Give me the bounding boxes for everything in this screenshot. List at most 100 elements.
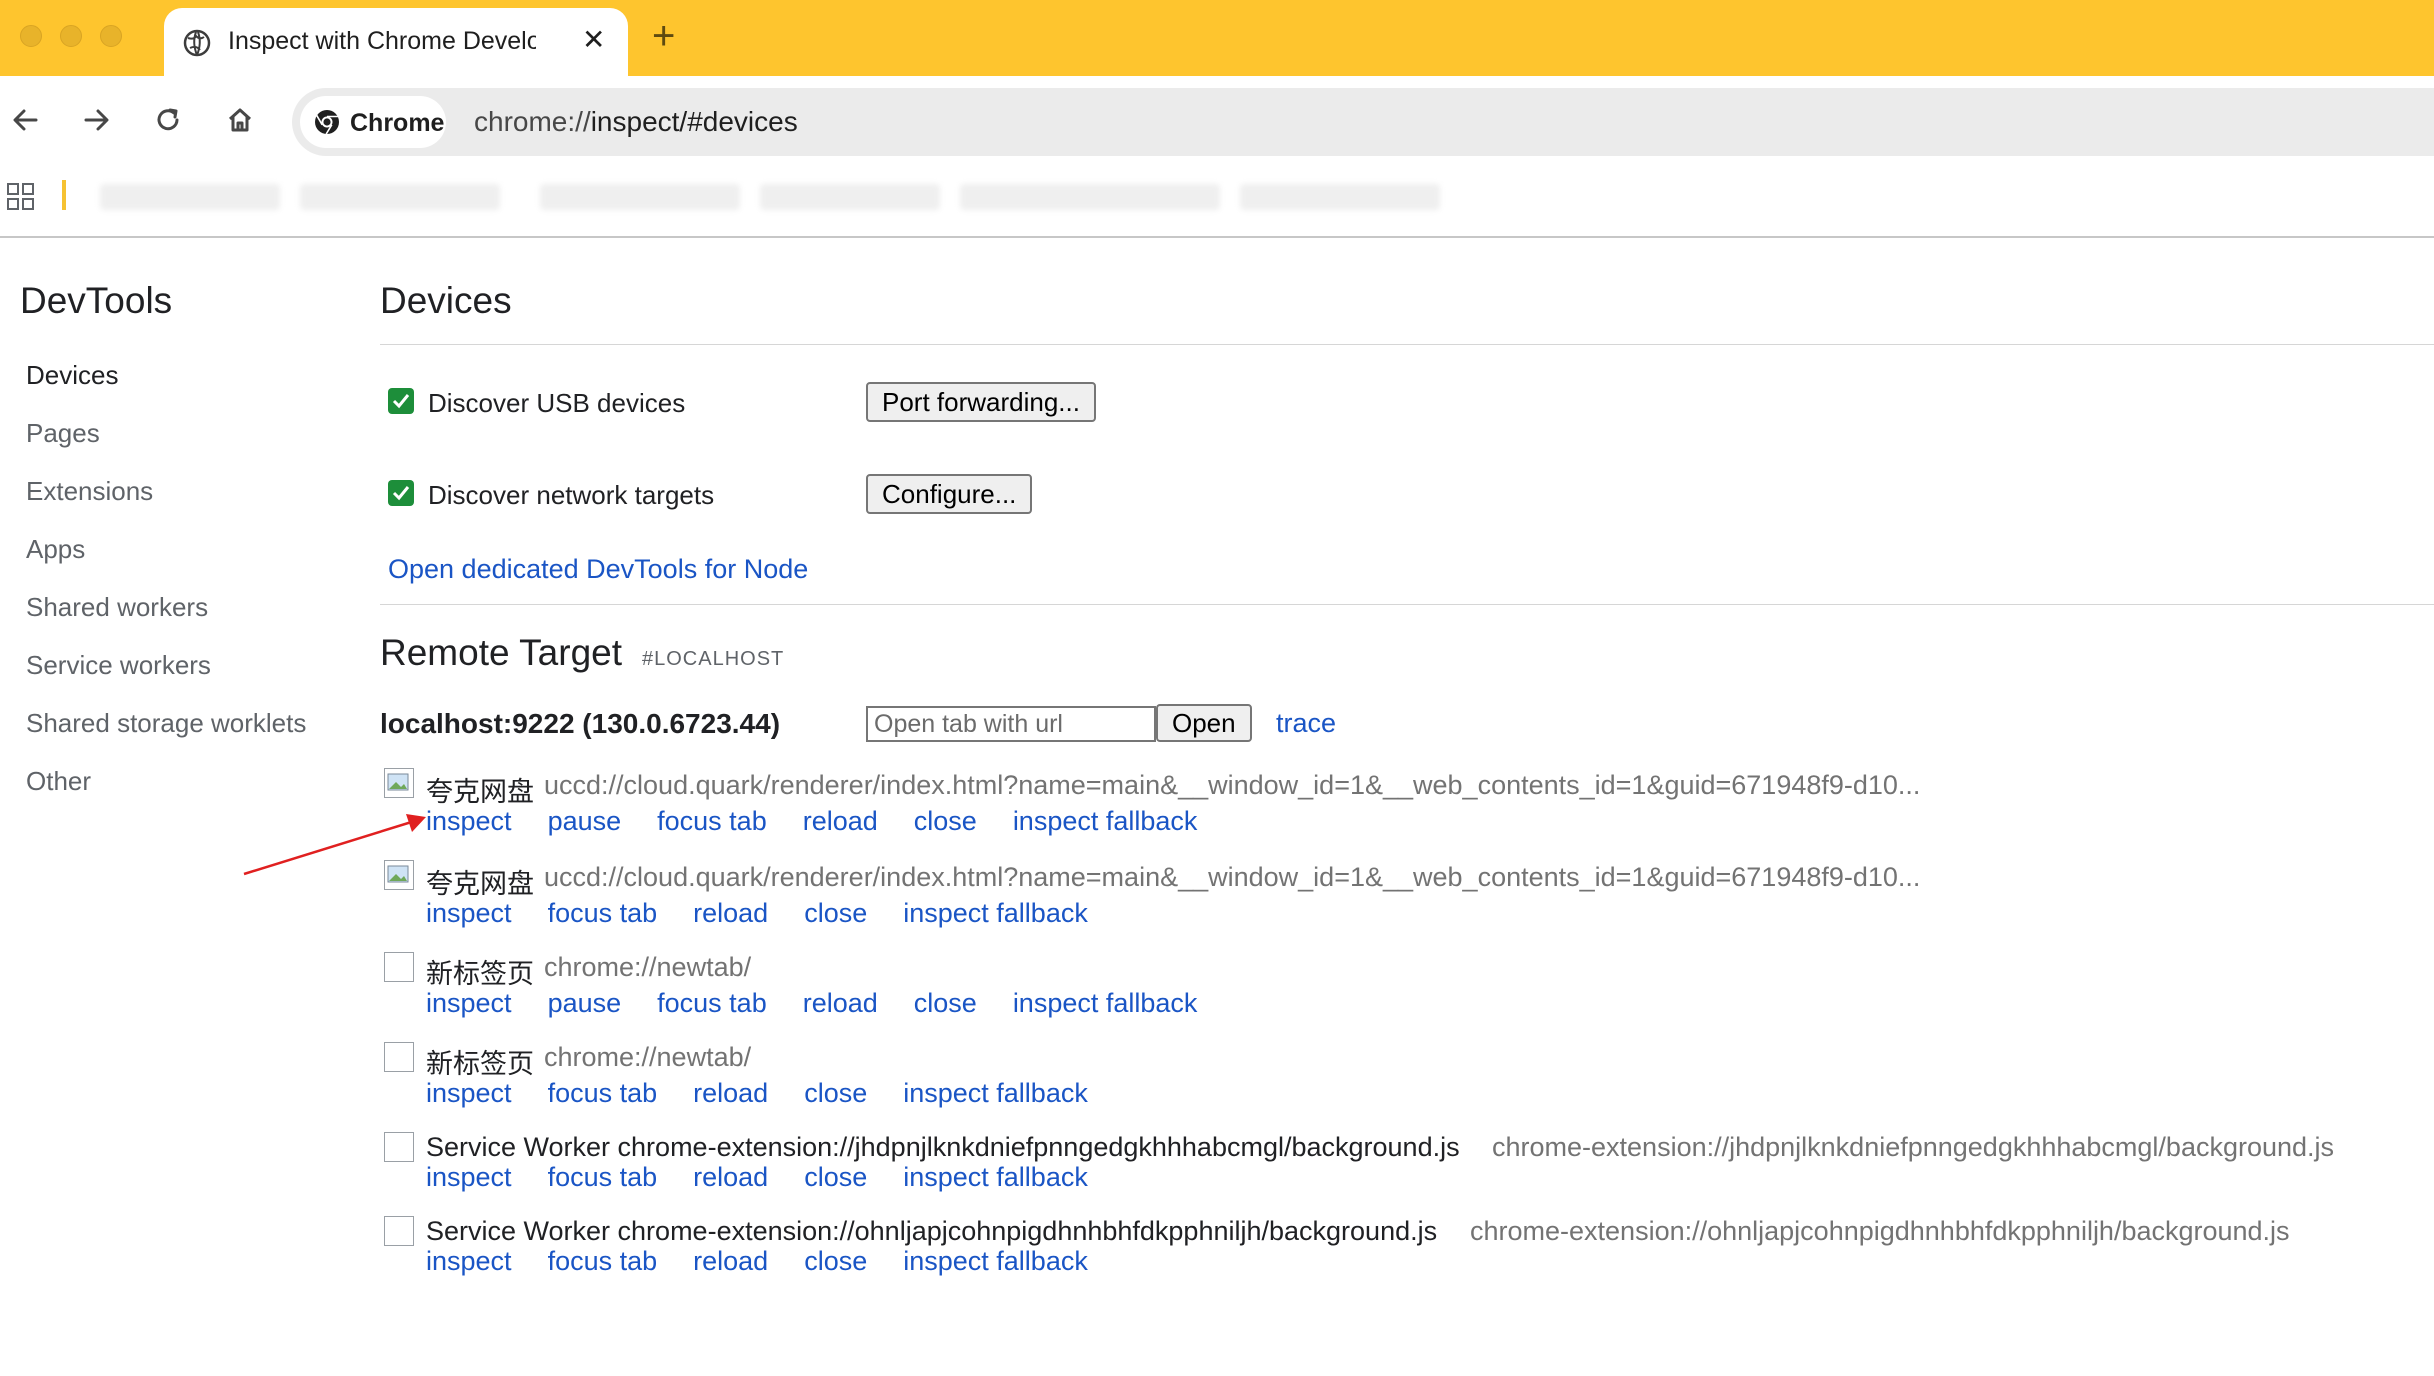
sidebar-item-apps[interactable]: Apps (26, 534, 85, 565)
close-link[interactable]: close (804, 1078, 867, 1108)
chip-label: Chrome (350, 109, 444, 138)
reload-link[interactable]: reload (803, 988, 878, 1018)
target-name: 新标签页 (426, 952, 534, 991)
url-path: /#devices (679, 106, 797, 137)
close-link[interactable]: close (914, 988, 977, 1018)
bookmark-item-redacted[interactable] (960, 184, 1220, 210)
target-name: 新标签页 (426, 1042, 534, 1081)
tab-title: Inspect with Chrome Developer Tools (228, 27, 536, 56)
target-url: chrome://newtab/ (544, 1042, 751, 1073)
target-name: 夸克网盘 (426, 770, 534, 809)
sidebar-item-shared-workers[interactable]: Shared workers (26, 592, 208, 623)
annotation-arrow-icon (240, 810, 440, 890)
bookmark-folder-icon[interactable] (62, 180, 66, 210)
focus-tab-link[interactable]: focus tab (548, 898, 658, 928)
close-link[interactable]: close (804, 1162, 867, 1192)
remote-target-title: Remote Target (380, 632, 622, 674)
bookmark-item-redacted[interactable] (1240, 184, 1440, 210)
reload-link[interactable]: reload (693, 1246, 768, 1276)
sidebar-item-pages[interactable]: Pages (26, 418, 100, 449)
apps-grid-icon[interactable] (6, 182, 36, 212)
port-forwarding-button[interactable]: Port forwarding... (866, 382, 1096, 422)
checkmark-icon (391, 391, 411, 411)
url-text[interactable]: chrome://inspect/#devices (474, 106, 798, 138)
window-minimize-control[interactable] (60, 25, 82, 47)
target-name: Service Worker chrome-extension://jhdpnj… (426, 1132, 1460, 1163)
checkmark-icon (391, 483, 411, 503)
inspect-fallback-link[interactable]: inspect fallback (903, 1162, 1088, 1192)
close-link[interactable]: close (804, 898, 867, 928)
bookmark-item-redacted[interactable] (100, 184, 280, 210)
remote-target-subtitle: #LOCALHOST (642, 648, 784, 671)
target-name: 夸克网盘 (426, 862, 534, 901)
focus-tab-link[interactable]: focus tab (657, 988, 767, 1018)
window-zoom-control[interactable] (100, 25, 122, 47)
divider (380, 604, 2434, 605)
device-name: localhost:9222 (130.0.6723.44) (380, 708, 780, 740)
home-icon[interactable] (220, 100, 260, 140)
reload-icon[interactable] (148, 100, 188, 140)
globe-icon (182, 28, 212, 58)
sidebar-item-service-workers[interactable]: Service workers (26, 650, 211, 681)
target-actions: inspect focus tab reload close inspect fallb… (426, 1078, 1124, 1109)
inspect-fallback-link[interactable]: inspect fallback (903, 1246, 1088, 1276)
reload-link[interactable]: reload (693, 898, 768, 928)
new-tab-button[interactable]: + (652, 14, 675, 58)
back-icon[interactable] (6, 100, 46, 140)
pause-link[interactable]: pause (548, 806, 622, 836)
network-checkbox[interactable] (388, 480, 414, 506)
address-bar[interactable]: Chrome chrome://inspect/#devices (292, 88, 2434, 156)
inspect-link[interactable]: inspect (426, 1162, 512, 1192)
inspect-link[interactable]: inspect (426, 1078, 512, 1108)
inspect-link[interactable]: inspect (426, 988, 512, 1018)
reload-link[interactable]: reload (693, 1078, 768, 1108)
close-icon[interactable]: ✕ (582, 24, 605, 56)
site-info-chip[interactable]: Chrome (300, 96, 446, 148)
sidebar-item-shared-storage-worklets[interactable]: Shared storage worklets (26, 708, 306, 739)
image-placeholder-icon (385, 769, 413, 797)
inspect-fallback-link[interactable]: inspect fallback (1013, 806, 1198, 836)
active-tab[interactable]: Inspect with Chrome Developer Tools ✕ (164, 8, 628, 76)
trace-link[interactable]: trace (1276, 708, 1336, 739)
target-thumbnail (384, 1132, 414, 1162)
url-scheme: chrome:// (474, 106, 591, 137)
sidebar-item-other[interactable]: Other (26, 766, 91, 797)
configure-button[interactable]: Configure... (866, 474, 1032, 514)
usb-checkbox[interactable] (388, 388, 414, 414)
sidebar-item-devices[interactable]: Devices (26, 360, 118, 391)
close-link[interactable]: close (804, 1246, 867, 1276)
network-checkbox-label: Discover network targets (428, 480, 714, 511)
node-devtools-link[interactable]: Open dedicated DevTools for Node (388, 554, 808, 585)
bookmark-item-redacted[interactable] (540, 184, 740, 210)
open-button[interactable]: Open (1156, 704, 1252, 742)
target-actions: inspect pause focus tab reload close inspect … (426, 988, 1233, 1019)
target-url: chrome-extension://jhdpnjlknkdniefpnnged… (1492, 1132, 2334, 1163)
sidebar-item-extensions[interactable]: Extensions (26, 476, 153, 507)
inspect-fallback-link[interactable]: inspect fallback (903, 1078, 1088, 1108)
focus-tab-link[interactable]: focus tab (548, 1162, 658, 1192)
focus-tab-link[interactable]: focus tab (548, 1078, 658, 1108)
reload-link[interactable]: reload (803, 806, 878, 836)
focus-tab-link[interactable]: focus tab (657, 806, 767, 836)
inspect-fallback-link[interactable]: inspect fallback (1013, 988, 1198, 1018)
inspect-link[interactable]: inspect (426, 898, 512, 928)
inspect-fallback-link[interactable]: inspect fallback (903, 898, 1088, 928)
target-actions: inspect focus tab reload close inspect fallb… (426, 1162, 1124, 1193)
open-tab-url-input[interactable] (866, 706, 1156, 742)
bookmark-item-redacted[interactable] (760, 184, 940, 210)
bookmark-item-redacted[interactable] (300, 184, 500, 210)
focus-tab-link[interactable]: focus tab (548, 1246, 658, 1276)
target-url: uccd://cloud.quark/renderer/index.html?n… (544, 862, 1920, 893)
target-actions: inspectpausefocus tabreloadcloseinspect … (426, 806, 1233, 837)
reload-link[interactable]: reload (693, 1162, 768, 1192)
inspect-link[interactable]: inspect (426, 1246, 512, 1276)
target-url: uccd://cloud.quark/renderer/index.html?n… (544, 770, 1920, 801)
target-url: chrome://newtab/ (544, 952, 751, 983)
pause-link[interactable]: pause (548, 988, 622, 1018)
sidebar-title: DevTools (20, 280, 172, 322)
close-link[interactable]: close (914, 806, 977, 836)
usb-checkbox-label: Discover USB devices (428, 388, 685, 419)
target-name: Service Worker chrome-extension://ohnlja… (426, 1216, 1437, 1247)
window-close-control[interactable] (20, 25, 42, 47)
forward-icon[interactable] (76, 100, 116, 140)
